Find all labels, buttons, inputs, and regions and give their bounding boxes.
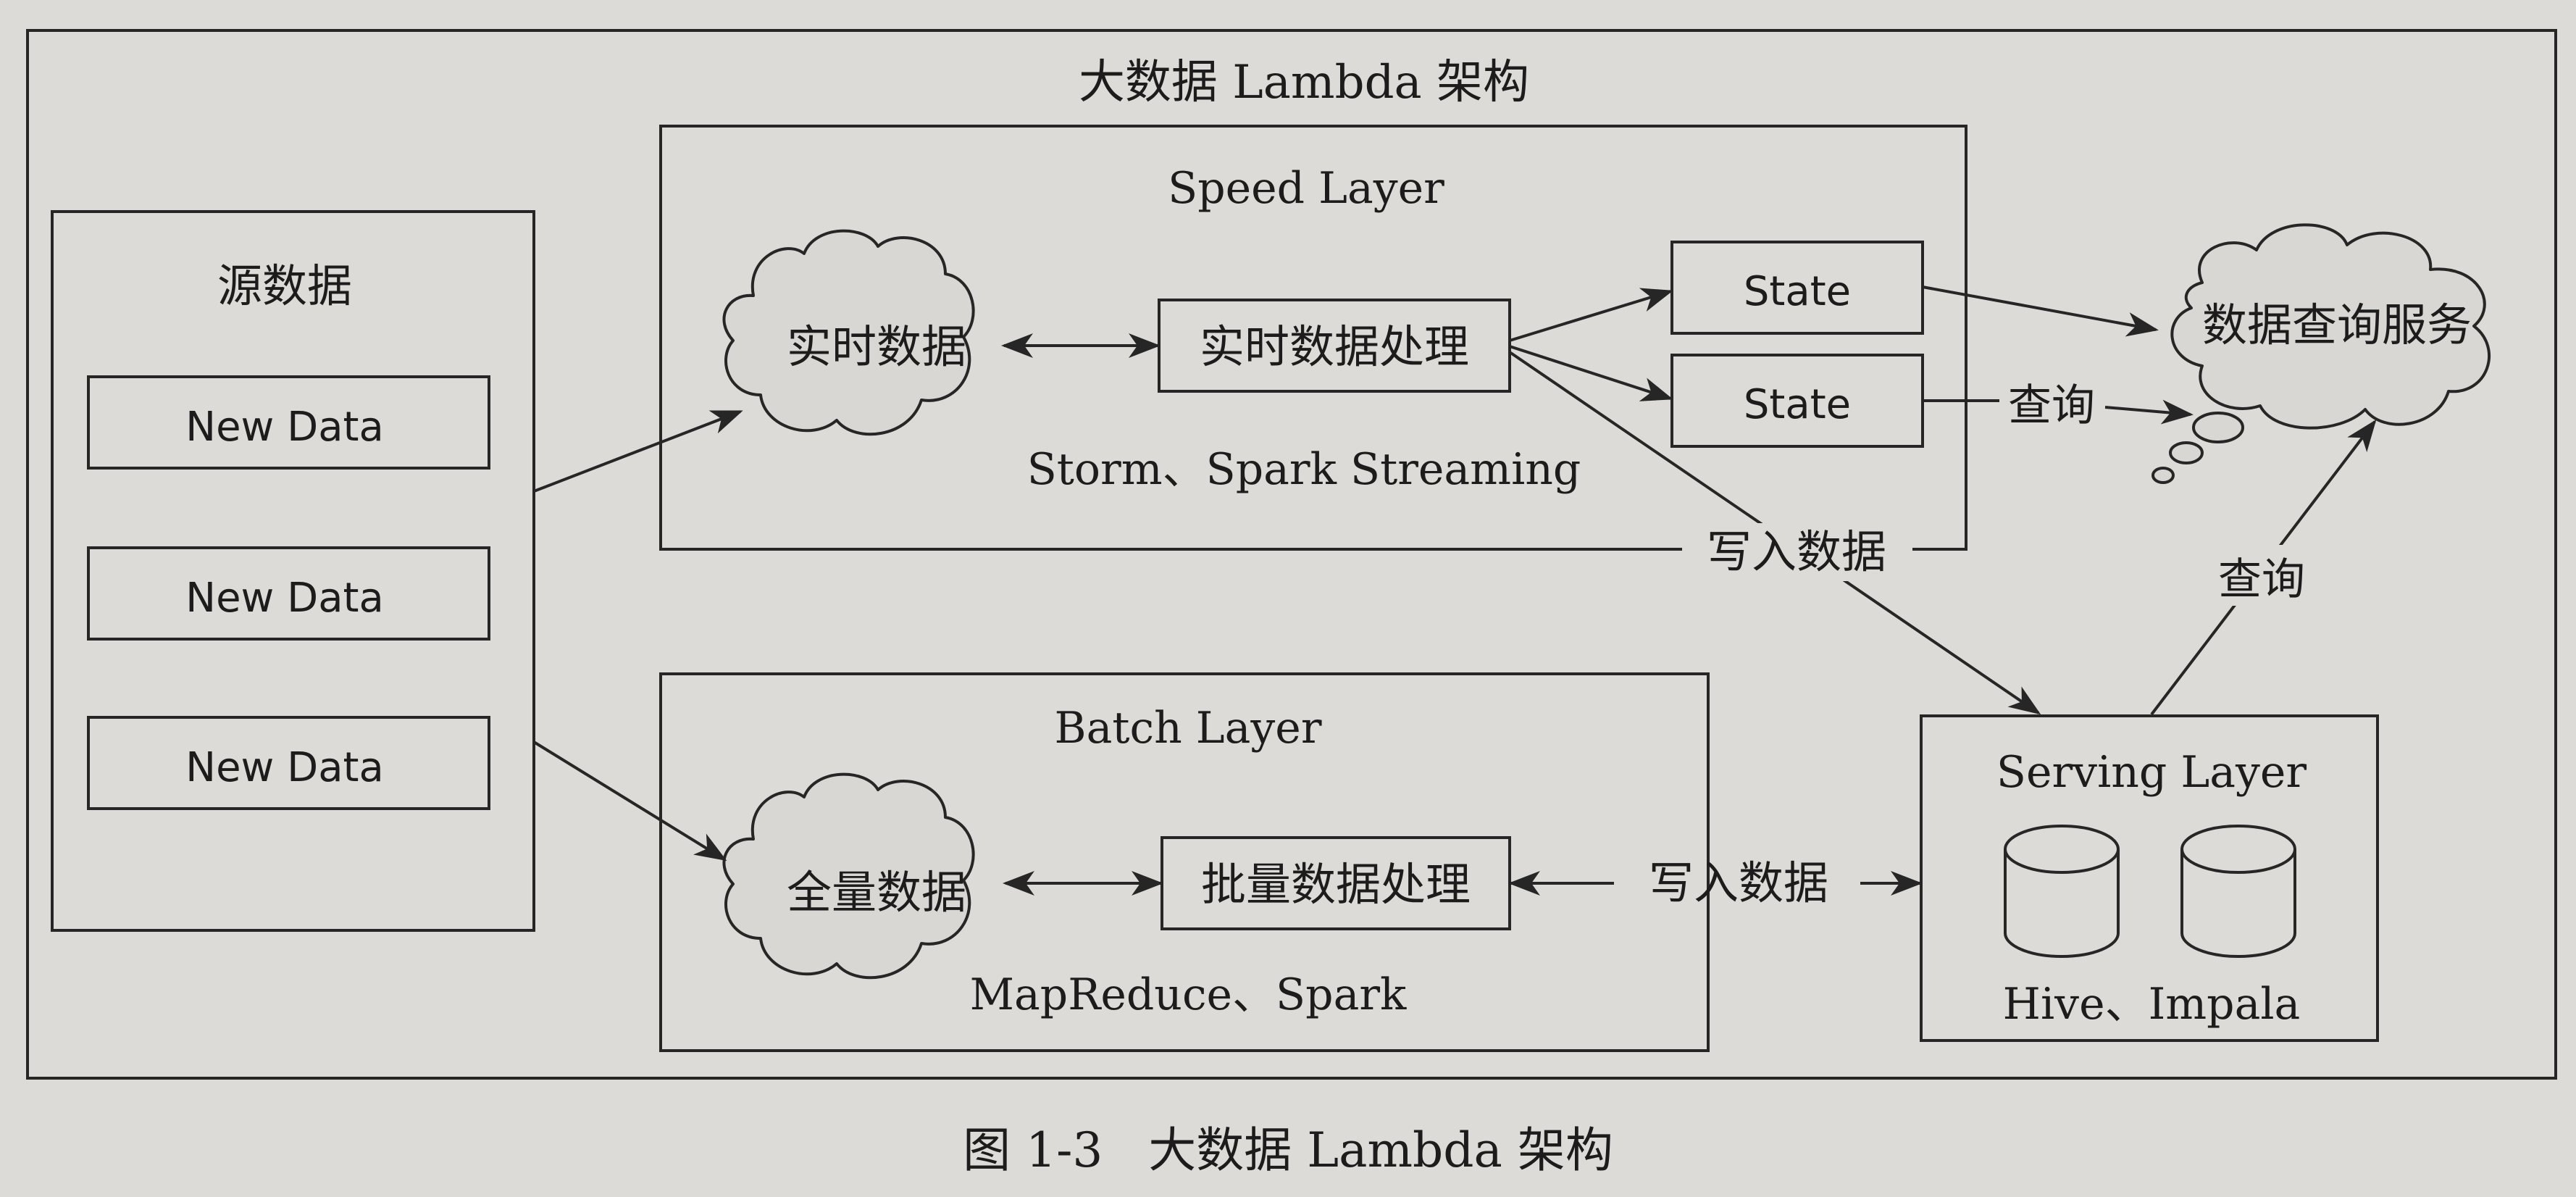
arrow-state-2-to-bubbles-head: [2104, 399, 2194, 425]
new-data-label-3: New Data: [185, 744, 384, 791]
arrow-process-to-state-1: [1509, 288, 1673, 342]
query-label-serving: 查询: [2218, 554, 2305, 605]
realtime-data-cloud-label: 实时数据: [787, 320, 966, 373]
new-data-label-2: New Data: [185, 575, 384, 622]
database-icon-hive: [2004, 825, 2120, 958]
figure-caption: 图 1-3 大数据 Lambda 架构: [963, 1122, 1613, 1178]
speed-layer-title: Speed Layer: [1168, 163, 1444, 214]
arrow-source-to-realtime: [533, 410, 743, 493]
cloud-bubble-medium: [2169, 441, 2204, 464]
query-service-label: 数据查询服务: [2202, 299, 2472, 351]
arrow-process-to-state-2: [1509, 345, 1673, 401]
cloud-bubble-large: [2192, 412, 2244, 443]
query-label-state: 查询: [2008, 380, 2095, 431]
serving-tech-label: Hive、Impala: [2003, 979, 2301, 1030]
state-label-2: State: [1744, 381, 1851, 428]
diagram-title: 大数据 Lambda 架构: [1079, 56, 1529, 109]
batch-layer-title: Batch Layer: [1055, 703, 1322, 754]
arrow-source-to-full: [532, 741, 727, 862]
full-data-cloud-label: 全量数据: [787, 866, 966, 919]
lambda-architecture-diagram: 大数据 Lambda 架构 源数据 New Data New Data New …: [26, 29, 2557, 1178]
speed-tech-label: Storm、Spark Streaming: [1027, 444, 1581, 495]
source-data-box: [51, 210, 535, 932]
batch-process-label: 批量数据处理: [1201, 858, 1471, 911]
batch-tech-label: MapReduce、Spark: [970, 969, 1407, 1020]
write-label-batch: 写入数据: [1649, 856, 1828, 909]
realtime-process-label: 实时数据处理: [1200, 320, 1469, 373]
new-data-label-1: New Data: [185, 404, 384, 451]
source-data-title: 源数据: [217, 259, 352, 312]
serving-layer-title: Serving Layer: [1996, 747, 2307, 798]
database-icon-impala: [2180, 825, 2296, 958]
write-label-speed: 写入数据: [1707, 525, 1886, 578]
cloud-bubble-small: [2151, 467, 2175, 484]
arrow-state-1-to-query-service: [1922, 285, 2159, 337]
state-label-1: State: [1744, 268, 1851, 315]
